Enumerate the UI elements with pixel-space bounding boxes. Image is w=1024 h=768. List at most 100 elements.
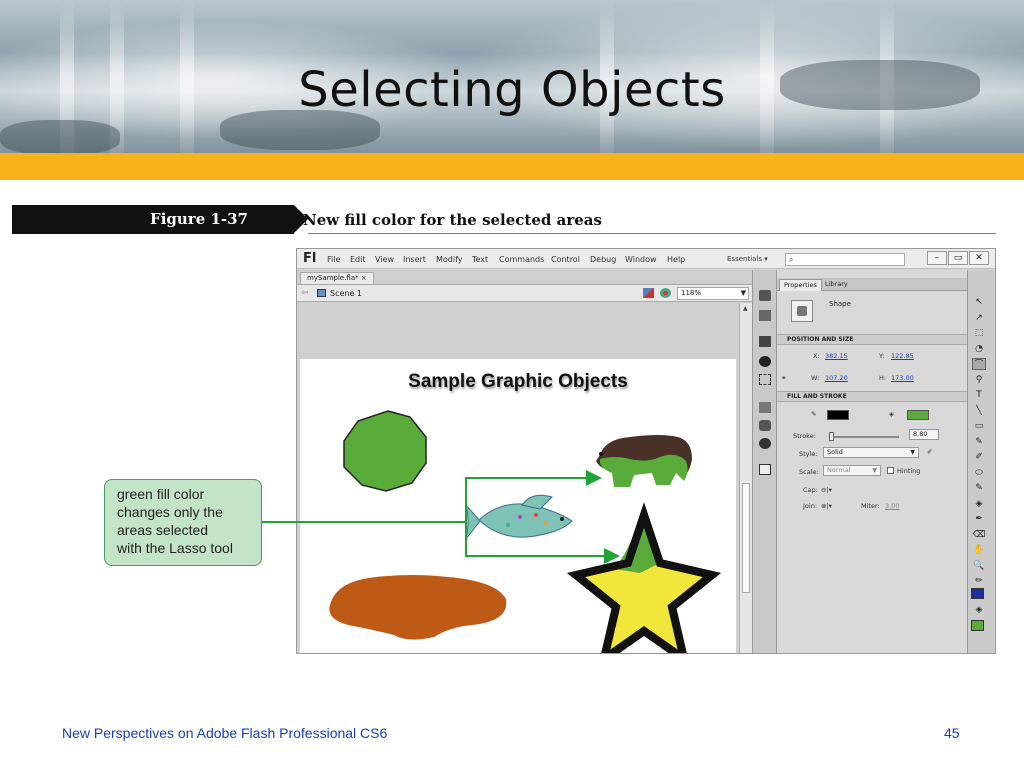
workspace-switcher[interactable]: Essentials ▾ bbox=[727, 255, 768, 263]
orange-blob[interactable] bbox=[329, 575, 507, 640]
hand-tool-icon[interactable]: ✋ bbox=[972, 544, 986, 556]
section-position-size[interactable]: POSITION AND SIZE bbox=[777, 334, 967, 345]
scroll-up-icon[interactable]: ▲ bbox=[743, 305, 748, 312]
link-icon[interactable]: ⚭ bbox=[781, 374, 786, 382]
menu-file[interactable]: File bbox=[327, 255, 340, 264]
menu-insert[interactable]: Insert bbox=[403, 255, 426, 264]
paint-bucket-tool-icon[interactable]: ◈ bbox=[972, 498, 986, 510]
scrollbar-thumb[interactable] bbox=[742, 483, 750, 593]
menu-modify[interactable]: Modify bbox=[436, 255, 463, 264]
scale-select[interactable]: Normal ▼ bbox=[823, 465, 881, 476]
brush-tool-icon[interactable]: ✐ bbox=[972, 451, 986, 463]
components-icon[interactable] bbox=[759, 420, 771, 431]
style-select[interactable]: Solid ▼ bbox=[823, 447, 919, 458]
document-area: mySample.fla* × ⇦ Scene 1 118% ▼ Sample G… bbox=[297, 270, 752, 654]
pencil-tool-icon[interactable]: ✎ bbox=[972, 436, 986, 448]
back-arrow-icon[interactable]: ⇦ bbox=[301, 288, 309, 298]
menu-bar: Fl File Edit View Insert Modify Text Com… bbox=[297, 249, 995, 269]
output-icon[interactable] bbox=[759, 464, 771, 475]
eyedropper-tool-icon[interactable]: ✒ bbox=[972, 513, 986, 525]
page-number: 45 bbox=[944, 725, 960, 741]
tab-library[interactable]: Library bbox=[821, 279, 852, 291]
tab-properties[interactable]: Properties bbox=[779, 279, 822, 291]
edit-symbols-icon[interactable] bbox=[660, 288, 671, 298]
chevron-down-icon: ▼ bbox=[740, 289, 746, 297]
deco-tool-icon[interactable]: ⬭ bbox=[972, 467, 986, 479]
zoom-tool-icon[interactable]: 🔍 bbox=[972, 560, 986, 572]
stroke-slider[interactable] bbox=[829, 432, 899, 441]
style-label: Style: bbox=[799, 450, 818, 458]
chevron-down-icon: ▼ bbox=[910, 449, 915, 456]
stroke-color-swatch[interactable] bbox=[827, 410, 849, 420]
menu-view[interactable]: View bbox=[375, 255, 394, 264]
stroke-label: Stroke: bbox=[793, 432, 816, 440]
x-value[interactable]: 382.15 bbox=[825, 352, 848, 360]
restore-button[interactable]: ▭ bbox=[948, 251, 968, 265]
pen-tool-icon[interactable]: ⚲ bbox=[972, 374, 986, 386]
menu-control[interactable]: Control bbox=[551, 255, 580, 264]
stage[interactable]: Sample Graphic Objects bbox=[300, 359, 736, 654]
close-button[interactable]: ✕ bbox=[969, 251, 989, 265]
bone-tool-icon[interactable]: ✎ bbox=[972, 482, 986, 494]
miter-value[interactable]: 3.00 bbox=[885, 502, 899, 510]
vertical-scrollbar[interactable]: ▲ bbox=[739, 303, 752, 653]
lasso-tool-icon[interactable]: ⌒ bbox=[972, 358, 986, 370]
scene-label[interactable]: Scene 1 bbox=[330, 289, 362, 298]
star-shape[interactable] bbox=[567, 502, 721, 654]
selection-tool-icon[interactable]: ↖ bbox=[972, 296, 986, 308]
y-label: Y: bbox=[879, 352, 885, 360]
edit-scene-icon[interactable] bbox=[643, 288, 654, 298]
stroke-color-swatch[interactable] bbox=[971, 588, 984, 599]
align-panel-icon[interactable] bbox=[759, 336, 771, 347]
hinting-checkbox[interactable] bbox=[887, 467, 894, 474]
chevron-down-icon: ▼ bbox=[872, 467, 877, 474]
stroke-width-input[interactable]: 8.80 bbox=[909, 429, 939, 440]
eraser-tool-icon[interactable]: ⌫ bbox=[972, 529, 986, 541]
history-icon[interactable] bbox=[759, 438, 771, 449]
miter-label: Miter: bbox=[861, 502, 880, 510]
section-fill-stroke[interactable]: FILL AND STROKE bbox=[777, 391, 967, 402]
bear-shape[interactable] bbox=[596, 435, 692, 487]
zoom-value: 118% bbox=[681, 289, 702, 297]
green-octagon[interactable] bbox=[343, 410, 427, 492]
subselection-tool-icon[interactable]: ↗ bbox=[972, 312, 986, 324]
info-icon[interactable] bbox=[759, 356, 771, 367]
menu-help[interactable]: Help bbox=[667, 255, 685, 264]
free-transform-tool-icon[interactable]: ⬚ bbox=[972, 327, 986, 339]
menu-window[interactable]: Window bbox=[625, 255, 657, 264]
minimize-button[interactable]: – bbox=[927, 251, 947, 265]
menu-debug[interactable]: Debug bbox=[590, 255, 616, 264]
document-tab[interactable]: mySample.fla* × bbox=[300, 272, 374, 284]
fill-color-swatch[interactable] bbox=[907, 410, 929, 420]
motion-presets-icon[interactable] bbox=[759, 290, 771, 301]
caption-rule bbox=[308, 233, 996, 234]
color-panel-icon[interactable] bbox=[759, 310, 771, 321]
fish-shape[interactable] bbox=[465, 494, 573, 540]
edit-bar: ⇦ Scene 1 118% ▼ bbox=[297, 284, 752, 302]
stage-artwork bbox=[329, 410, 721, 654]
stroke-color-pencil-icon[interactable]: ✏ bbox=[972, 575, 986, 587]
y-value[interactable]: 122.85 bbox=[891, 352, 914, 360]
menu-text[interactable]: Text bbox=[472, 255, 488, 264]
3d-rotation-tool-icon[interactable]: ◔ bbox=[972, 343, 986, 355]
zoom-select[interactable]: 118% ▼ bbox=[677, 287, 749, 300]
slider-knob[interactable] bbox=[829, 432, 834, 441]
code-snippets-icon[interactable] bbox=[759, 402, 771, 413]
w-value[interactable]: 107.20 bbox=[825, 374, 848, 382]
pasteboard: Sample Graphic Objects bbox=[297, 303, 739, 654]
figure-caption-bar: Figure 1-37 New fill color for the selec… bbox=[12, 205, 996, 234]
eyedropper-icon[interactable]: ✐ bbox=[927, 448, 932, 456]
h-value[interactable]: 173.00 bbox=[891, 374, 914, 382]
fill-color-swatch[interactable] bbox=[971, 620, 984, 631]
rectangle-tool-icon[interactable]: ▭ bbox=[972, 420, 986, 432]
bear-eye bbox=[599, 452, 603, 456]
search-input[interactable]: ⌕ bbox=[785, 253, 905, 266]
text-tool-icon[interactable]: T bbox=[972, 389, 986, 401]
cap-label: Cap: bbox=[803, 486, 818, 494]
line-tool-icon[interactable]: ╲ bbox=[972, 405, 986, 417]
cap-select-icon[interactable]: ⊖|▾ bbox=[821, 486, 832, 494]
menu-commands[interactable]: Commands bbox=[499, 255, 544, 264]
join-select-icon[interactable]: ⊗|▾ bbox=[821, 502, 832, 510]
transform-icon[interactable] bbox=[759, 374, 771, 385]
menu-edit[interactable]: Edit bbox=[350, 255, 366, 264]
